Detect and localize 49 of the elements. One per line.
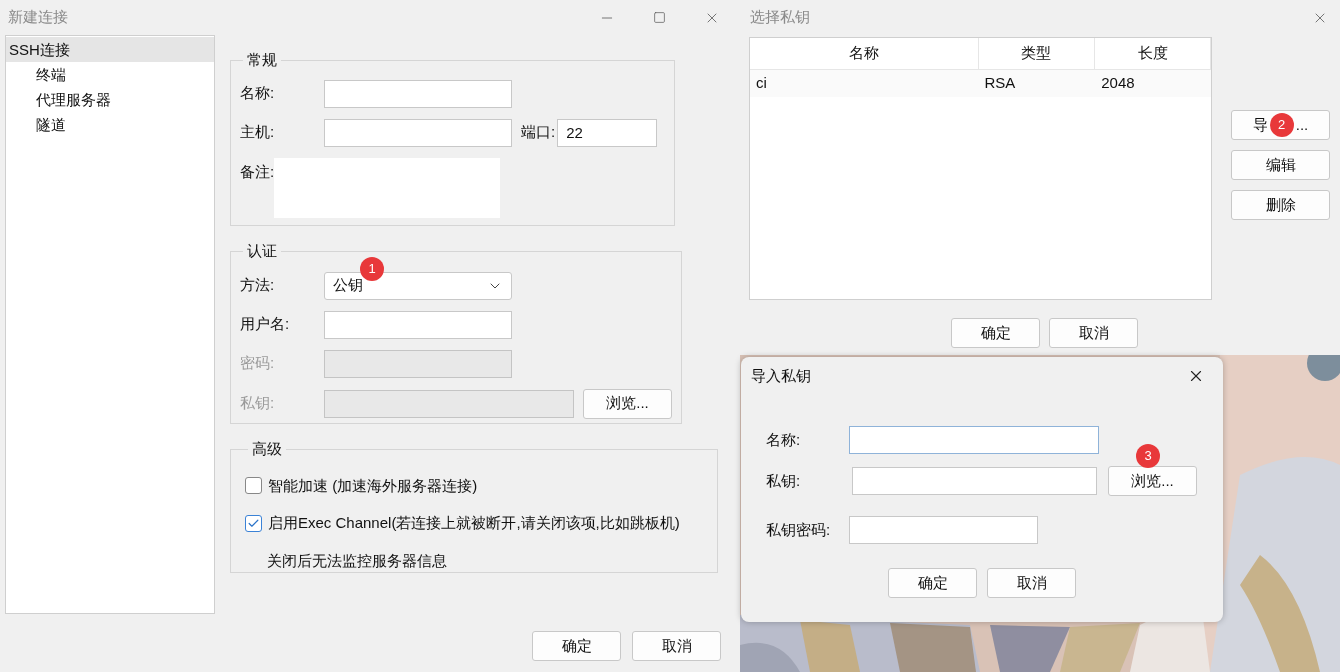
dialog-button[interactable]: 确定	[888, 568, 977, 598]
dialog-button[interactable]: 确定	[532, 631, 621, 661]
text-field[interactable]	[324, 310, 512, 339]
maximize-icon[interactable]	[653, 11, 666, 24]
column-header[interactable]: 长度	[1095, 38, 1211, 69]
text-field[interactable]	[324, 118, 512, 147]
option-label: 智能加速 (加速海外服务器连接)	[268, 475, 478, 496]
field-label: 端口:	[521, 122, 556, 143]
field-label: 名称:	[766, 429, 802, 450]
table-cell-text: RSA	[983, 73, 1017, 94]
dialog-button[interactable]: 导 2 ...	[1231, 110, 1330, 140]
field-label: 主机:	[240, 122, 276, 143]
column-header[interactable]: 类型	[978, 38, 1096, 69]
group-title: 常规	[246, 50, 278, 70]
checkbox[interactable]	[245, 477, 262, 495]
text-field[interactable]	[324, 79, 512, 108]
dialog-button[interactable]: 删除	[1231, 190, 1330, 220]
field-label: 名称:	[240, 83, 276, 104]
port-field[interactable]: 22	[557, 118, 658, 147]
field-label: 私钥密码:	[766, 519, 832, 540]
field-label: 私钥:	[766, 470, 802, 491]
column-header[interactable]: 名称	[750, 38, 979, 69]
number-badge: 2	[1269, 113, 1294, 137]
group-title: 认证	[246, 241, 278, 261]
group-title: 高级	[251, 439, 283, 459]
key-path-field[interactable]	[852, 467, 1097, 495]
browse-button[interactable]: 浏览...	[1108, 466, 1197, 496]
field-label: 用户名:	[240, 314, 291, 335]
option-note: 关闭后无法监控服务器信息	[266, 550, 448, 571]
window-title: 导入私钥	[751, 365, 811, 386]
field-label: 密码:	[240, 353, 276, 374]
field-label: 私钥:	[240, 393, 276, 414]
password-field[interactable]	[849, 516, 1038, 544]
field-label: 备注:	[240, 162, 275, 180]
table-cell-text: ci	[755, 73, 768, 94]
window-title: 选择私钥	[750, 7, 810, 28]
table-cell-text: 2048	[1100, 73, 1136, 94]
dialog-button[interactable]: 取消	[987, 568, 1076, 598]
dialog-button[interactable]: 确定	[951, 318, 1040, 348]
checkbox[interactable]	[245, 514, 262, 532]
dialog-button[interactable]: 取消	[1049, 318, 1138, 348]
tree-item[interactable]: SSH连接	[6, 37, 214, 62]
option-label: 启用Exec Channel(若连接上就被断开,请关闭该项,比如跳板机)	[268, 513, 680, 533]
dialog-button[interactable]: 取消	[632, 631, 721, 661]
dialog-button[interactable]: 编辑	[1231, 150, 1330, 180]
number-badge: 3	[1136, 444, 1160, 468]
field-label: 方法:	[240, 275, 276, 296]
text-field[interactable]	[849, 426, 1099, 454]
window-title: 新建连接	[8, 7, 68, 28]
